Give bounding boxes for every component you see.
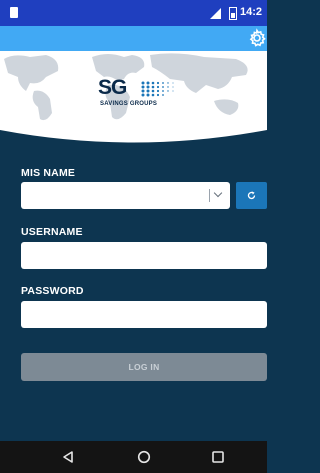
system-nav-bar [0, 441, 267, 473]
mis-name-label: MIS NAME [21, 167, 76, 179]
savings-groups-logo: SG SAVINGS GROUPS [98, 74, 188, 114]
battery-icon [229, 7, 237, 20]
login-button[interactable]: LOG IN [21, 353, 267, 381]
status-time: 14:2 [240, 6, 263, 18]
password-label: PASSWORD [21, 285, 84, 297]
signal-icon [210, 8, 221, 19]
notification-icon [10, 7, 18, 18]
status-bar: 14:2 [0, 0, 267, 26]
logo-mark: SG [98, 76, 127, 99]
home-icon[interactable] [137, 450, 151, 464]
username-input[interactable] [21, 242, 267, 269]
refresh-icon [247, 191, 256, 200]
username-label: USERNAME [21, 226, 83, 238]
mis-name-select[interactable] [21, 182, 230, 209]
refresh-mis-button[interactable] [236, 182, 267, 209]
settings-button[interactable] [247, 28, 267, 48]
logo-dots-graphic [141, 81, 174, 97]
select-divider [209, 189, 210, 202]
chevron-down-icon [213, 188, 223, 198]
back-icon[interactable] [61, 450, 75, 464]
app-bar [0, 26, 267, 51]
gear-icon [249, 28, 266, 47]
recents-icon[interactable] [212, 451, 224, 463]
password-input[interactable] [21, 301, 267, 328]
logo-subtitle: SAVINGS GROUPS [100, 101, 158, 107]
